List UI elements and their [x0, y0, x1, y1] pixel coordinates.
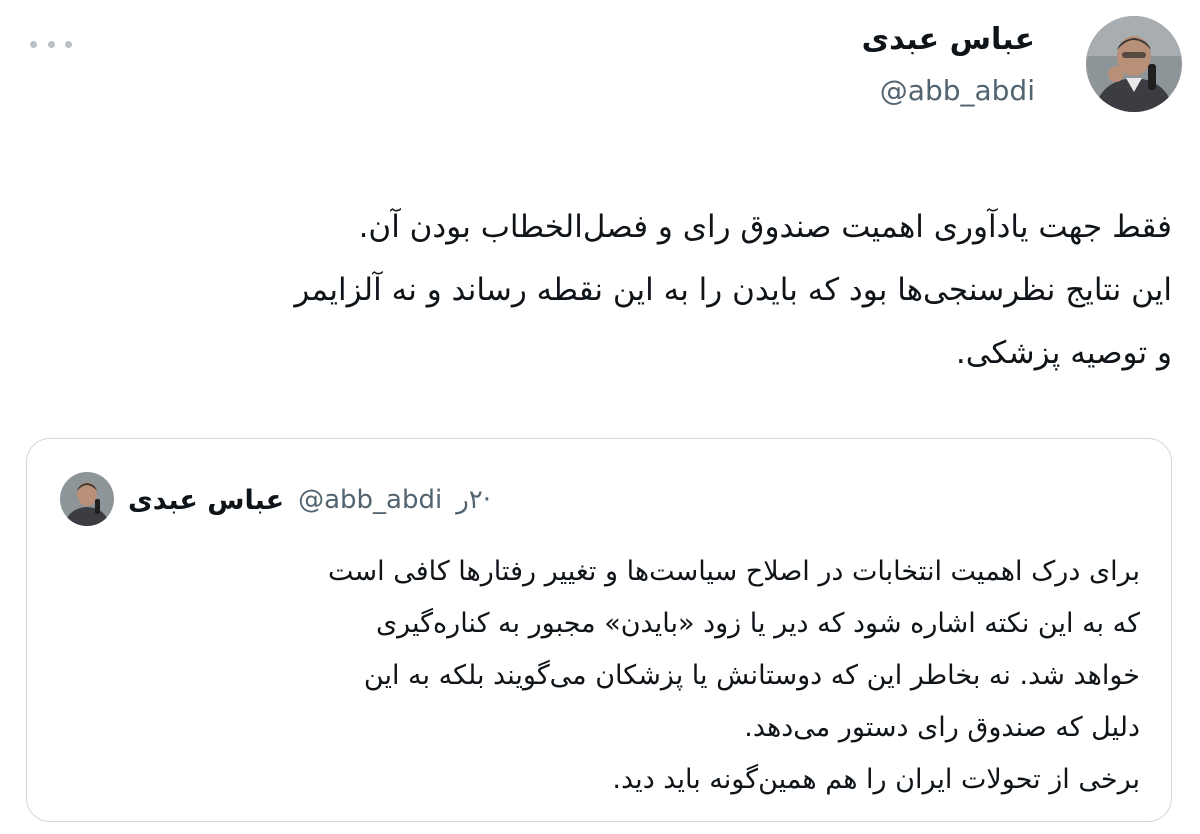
more-dot — [65, 40, 72, 48]
quoted-tweet-text: برای درک اهمیت انتخابات در اصلاح سیاست‌ه… — [327, 556, 1140, 795]
more-dot — [47, 40, 55, 48]
quoted-author-name[interactable]: عباس عبدی — [128, 485, 284, 516]
quoted-tweet-timestamp[interactable]: ·۲ر — [456, 485, 491, 515]
profile-photo-icon — [60, 472, 114, 526]
profile-photo-icon — [1086, 16, 1182, 112]
tweet-text: فقط جهت یادآوری اهمیت صندوق رای و فصل‌ال… — [294, 209, 1172, 371]
quoted-author-handle[interactable]: @abb_abdi — [298, 485, 442, 515]
author-name[interactable]: عباس عبدی — [862, 22, 1035, 57]
more-dot — [30, 40, 37, 48]
quoted-author-avatar[interactable] — [60, 472, 114, 526]
more-options-button[interactable] — [30, 30, 72, 58]
quoted-tweet-header: عباس عبدی @abb_abdi ·۲ر — [128, 480, 491, 520]
author-handle[interactable]: @abb_abdi — [880, 74, 1035, 107]
author-avatar[interactable] — [1086, 16, 1182, 112]
